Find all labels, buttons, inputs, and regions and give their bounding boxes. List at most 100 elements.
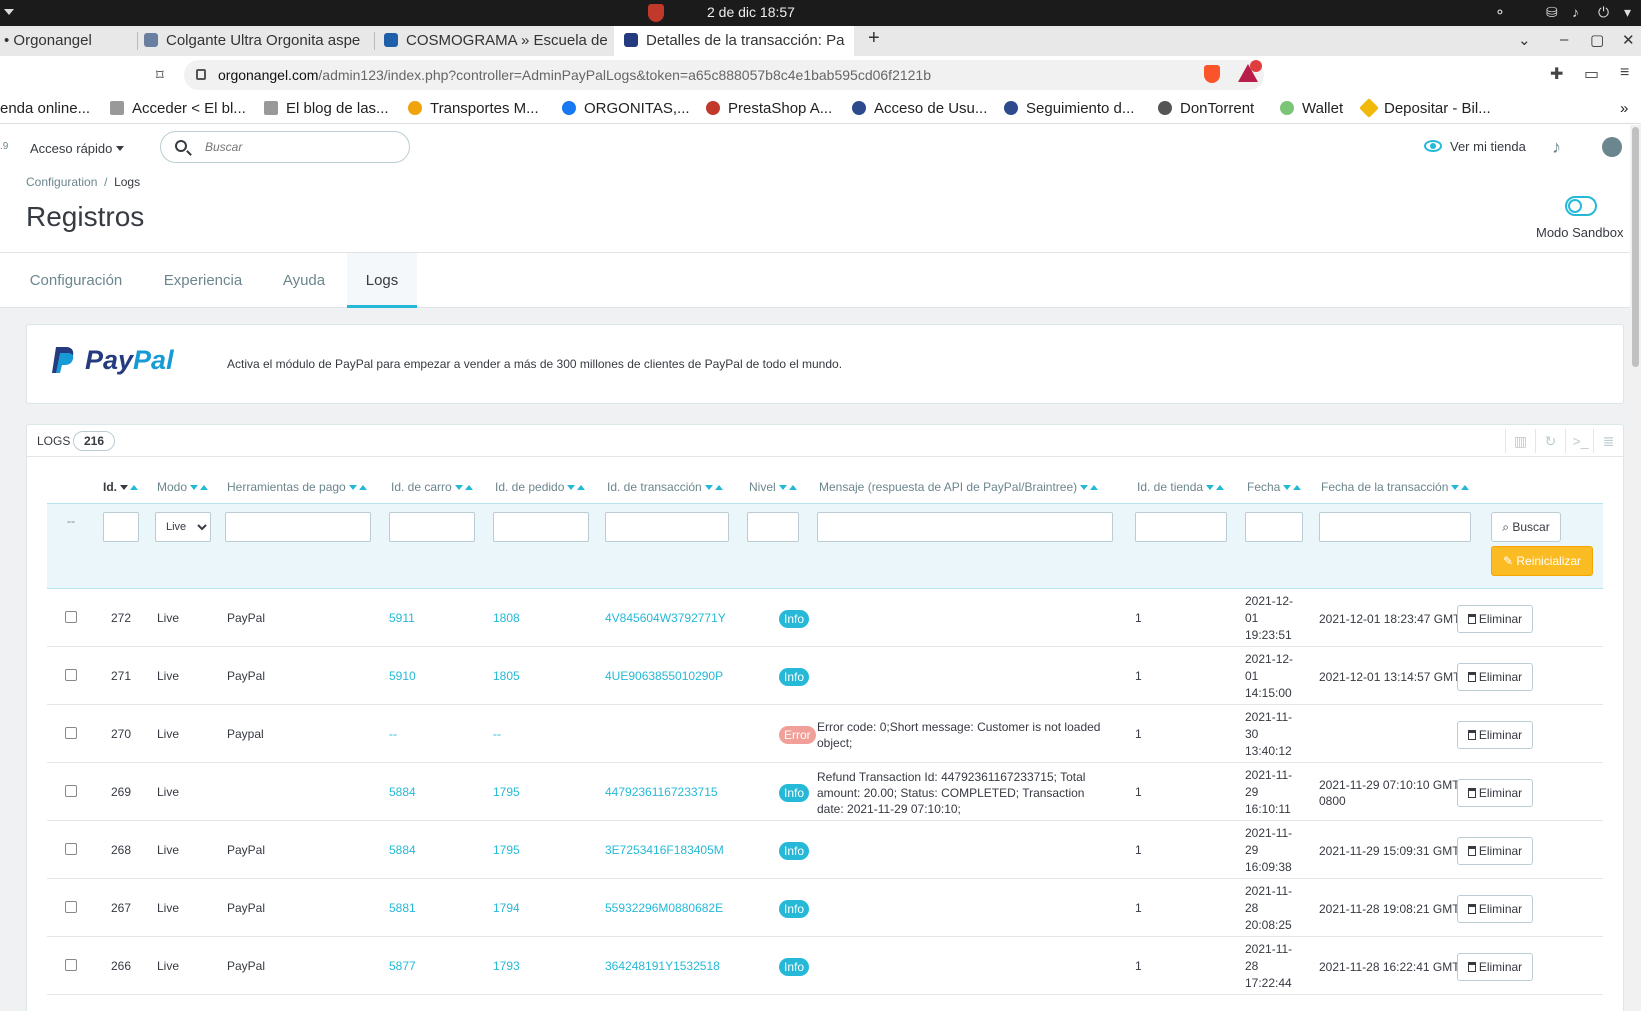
row-checkbox[interactable] (65, 785, 77, 797)
bookmark-page-icon[interactable]: ⌑ (156, 66, 164, 84)
network-icon[interactable]: ⚬ (1494, 4, 1506, 21)
url-field[interactable]: orgonangel.com/admin123/index.php?contro… (184, 60, 1264, 90)
volume-icon[interactable]: ♪ (1572, 4, 1579, 20)
browser-tab-active[interactable]: Detalles de la transacción: Pa (614, 26, 854, 56)
cell-cart-id[interactable]: 5877 (389, 959, 416, 973)
filter-payment-tool-input[interactable] (225, 512, 371, 542)
cell-transaction-id[interactable]: 3E7253416F183405M (605, 843, 724, 857)
extensions-icon[interactable]: ✚ (1550, 64, 1563, 84)
filter-date-input[interactable] (1245, 512, 1303, 542)
new-tab-button[interactable]: + (868, 27, 880, 50)
power-icon[interactable]: ⏻ (1598, 4, 1609, 21)
filter-transaction-date-input[interactable] (1319, 512, 1471, 542)
column-header-date[interactable]: Fecha (1247, 479, 1302, 494)
bookmark-item[interactable]: enda online... (0, 100, 90, 117)
delete-button[interactable]: Eliminar (1457, 837, 1533, 865)
cell-order-id[interactable]: 1808 (493, 611, 520, 625)
employee-avatar-icon[interactable] (1602, 137, 1622, 157)
row-checkbox[interactable] (65, 727, 77, 739)
tab-ayuda[interactable]: Ayuda (264, 253, 344, 308)
tab-logs[interactable]: Logs (347, 253, 417, 308)
tray-menu-chevron-icon[interactable]: ▾ (1624, 4, 1631, 21)
delete-button[interactable]: Eliminar (1457, 953, 1533, 981)
browser-menu-icon[interactable]: ≡ (1620, 64, 1629, 82)
cell-cart-id[interactable]: 5881 (389, 901, 416, 915)
column-header-transaction-date[interactable]: Fecha de la transacción (1321, 479, 1470, 494)
cell-cart-id[interactable]: 5911 (389, 611, 415, 625)
bookmark-item[interactable]: PrestaShop A... (706, 100, 832, 117)
filter-message-input[interactable] (817, 512, 1113, 542)
delete-all-icon[interactable]: ▥ (1505, 429, 1535, 453)
delete-button[interactable]: Eliminar (1457, 605, 1533, 633)
filter-search-button[interactable]: ⌕ Buscar (1491, 512, 1561, 542)
bookmark-item[interactable]: Wallet (1280, 100, 1343, 117)
page-scrollbar[interactable] (1630, 125, 1641, 1011)
bookmark-item[interactable]: Acceder < El bl... (110, 100, 246, 117)
cell-order-id[interactable]: 1795 (493, 843, 520, 857)
browser-tab[interactable]: Colgante Ultra Orgonita aspe (144, 26, 370, 56)
cell-transaction-id[interactable]: 364248191Y1532518 (605, 959, 720, 973)
bookmark-item[interactable]: Seguimiento d... (1004, 100, 1134, 117)
cell-cart-id[interactable]: 5884 (389, 785, 416, 799)
cell-order-id[interactable]: 1794 (493, 901, 520, 915)
bookmark-item[interactable]: Depositar - Bil... (1359, 98, 1491, 118)
tab-experiencia[interactable]: Experiencia (148, 253, 258, 308)
close-window-icon[interactable]: ✕ (1622, 31, 1635, 49)
cell-order-id[interactable]: 1793 (493, 959, 520, 973)
column-header-payment-tool[interactable]: Herramientas de pago (227, 479, 367, 494)
bookmark-item[interactable]: Transportes M... (408, 100, 539, 117)
browser-tab[interactable]: COSMOGRAMA » Escuela de A (384, 26, 610, 56)
cell-order-id[interactable]: 1805 (493, 669, 520, 683)
cell-transaction-id[interactable]: 4UE9063855010290P (605, 669, 723, 683)
search-input[interactable] (205, 137, 395, 157)
search-icon[interactable] (175, 140, 187, 152)
os-clock[interactable]: 2 de dic 18:57 (707, 4, 795, 20)
quick-access-dropdown[interactable]: Acceso rápido (30, 141, 125, 156)
row-checkbox[interactable] (65, 611, 77, 623)
minimize-icon[interactable]: – (1560, 31, 1568, 48)
bookmark-item[interactable]: Acceso de Usu... (852, 100, 987, 117)
browser-tab[interactable]: • Orgonangel (4, 26, 134, 56)
column-header-order-id[interactable]: Id. de pedido (495, 479, 586, 494)
filter-cart-id-input[interactable] (389, 512, 475, 542)
column-header-message[interactable]: Mensaje (respuesta de API de PayPal/Brai… (819, 479, 1099, 494)
cell-cart-id[interactable]: 5884 (389, 843, 416, 857)
column-header-shop-id[interactable]: Id. de tienda (1137, 479, 1225, 494)
cell-transaction-id[interactable]: 4V845604W3792771Y (605, 611, 726, 625)
cell-cart-id[interactable]: 5910 (389, 669, 416, 683)
cell-order-id[interactable]: 1795 (493, 785, 520, 799)
notifications-bell-icon[interactable]: ♪ (1552, 137, 1561, 158)
column-header-id[interactable]: Id. (103, 479, 138, 494)
more-bookmarks-button[interactable]: » (1620, 100, 1628, 117)
column-header-cart-id[interactable]: Id. de carro (391, 479, 473, 494)
cell-cart-id[interactable]: -- (389, 727, 397, 741)
wallet-icon[interactable]: ▭ (1584, 64, 1599, 84)
cell-transaction-id[interactable]: 44792361167233715 (605, 785, 718, 799)
filter-mode-select[interactable]: Live (155, 512, 211, 542)
filter-reset-button[interactable]: ✎ Reinicializar (1491, 546, 1593, 576)
view-shop-link[interactable]: Ver mi tienda (1424, 139, 1526, 154)
filter-level-input[interactable] (747, 512, 799, 542)
delete-button[interactable]: Eliminar (1457, 721, 1533, 749)
filter-transaction-id-input[interactable] (605, 512, 729, 542)
filter-shop-id-input[interactable] (1135, 512, 1227, 542)
refresh-icon[interactable]: ↻ (1535, 429, 1565, 453)
filter-id-input[interactable] (103, 512, 139, 542)
filter-order-id-input[interactable] (493, 512, 589, 542)
delete-button[interactable]: Eliminar (1457, 663, 1533, 691)
column-header-level[interactable]: Nivel (749, 479, 797, 494)
cell-transaction-id[interactable]: 55932296M0880682E (605, 901, 723, 915)
row-checkbox[interactable] (65, 843, 77, 855)
network-wired-icon[interactable]: ⛁ (1546, 4, 1558, 21)
database-export-icon[interactable]: ≣ (1593, 429, 1623, 453)
sql-query-icon[interactable]: >_ (1565, 429, 1595, 453)
row-checkbox[interactable] (65, 959, 77, 971)
row-checkbox[interactable] (65, 901, 77, 913)
breadcrumb-parent-link[interactable]: Configuration (26, 175, 97, 189)
bookmark-item[interactable]: DonTorrent (1158, 100, 1254, 117)
brave-shields-icon[interactable] (1204, 65, 1220, 83)
maximize-icon[interactable]: ▢ (1590, 31, 1604, 49)
column-header-mode[interactable]: Modo (157, 479, 209, 494)
cell-order-id[interactable]: -- (493, 727, 501, 741)
activities-menu-icon[interactable] (4, 9, 14, 15)
